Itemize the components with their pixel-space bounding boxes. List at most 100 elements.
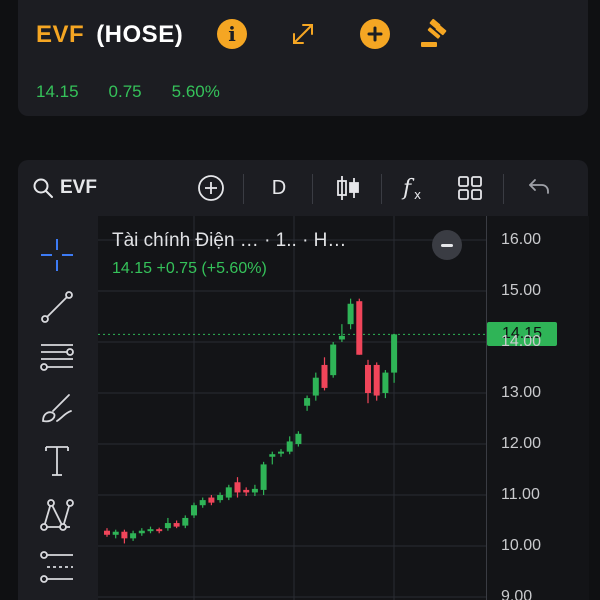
- candle-type-icon: [337, 176, 359, 200]
- last-price: 14.15: [36, 82, 79, 101]
- candle-body: [225, 487, 232, 498]
- indicators-button[interactable]: f x: [398, 172, 430, 204]
- price-plot[interactable]: Tài chính Điện … · 1.. · H… 14.15 +0.75 …: [98, 216, 486, 600]
- indicators-fx-icon: f x: [401, 176, 421, 202]
- candle-body: [147, 529, 154, 532]
- legend-collapse-button[interactable]: [432, 230, 462, 260]
- candle-body: [304, 398, 311, 406]
- candle: [278, 449, 284, 457]
- candle: [338, 324, 345, 342]
- candle: [234, 477, 241, 498]
- price-tick-label: 12.00: [501, 435, 542, 452]
- toolbar-divider: [381, 174, 382, 204]
- pattern-icon: [40, 499, 74, 531]
- toolbar-divider: [312, 174, 313, 204]
- minus-icon: [441, 243, 453, 247]
- candle-body: [278, 451, 284, 454]
- price-change: 0.75: [108, 82, 142, 101]
- candle: [182, 515, 189, 529]
- chart-area: Tài chính Điện … · 1.. · H… 14.15 +0.75 …: [18, 216, 589, 600]
- candle-body: [373, 364, 380, 396]
- toolbar-divider: [243, 174, 244, 204]
- chart-type-button[interactable]: [332, 172, 364, 204]
- info-button[interactable]: i: [216, 18, 248, 50]
- candle: [347, 298, 354, 330]
- price-tick-label: 14.00: [501, 333, 542, 350]
- candle: [121, 529, 128, 544]
- auction-hammer-icon: [421, 18, 447, 47]
- fib-tool[interactable]: [38, 338, 76, 376]
- candle: [321, 357, 328, 391]
- undo-button[interactable]: [522, 172, 554, 204]
- candle-body: [330, 344, 337, 376]
- trend-line-icon: [41, 291, 73, 323]
- undo-icon: [529, 179, 549, 194]
- symbol-ticker[interactable]: EVF: [36, 21, 84, 49]
- candle: [173, 520, 180, 529]
- candle: [191, 502, 197, 518]
- forecast-tool[interactable]: [38, 548, 76, 586]
- interval-button[interactable]: D: [264, 172, 294, 204]
- candle-body: [382, 372, 389, 393]
- candle-body: [199, 500, 206, 506]
- price-change-percent: 5.60%: [171, 82, 220, 101]
- forecast-icon: [40, 551, 73, 583]
- legend-title[interactable]: Tài chính Điện … · 1.. · H…: [112, 230, 346, 252]
- symbol-search-button[interactable]: EVF: [32, 174, 97, 202]
- candle-body: [121, 531, 128, 539]
- candle-body: [356, 301, 363, 355]
- candle-body: [295, 433, 302, 444]
- candle-body: [208, 497, 215, 503]
- text-tool[interactable]: [38, 442, 76, 480]
- candle: [112, 529, 119, 539]
- candle-body: [138, 530, 145, 534]
- candle-body: [191, 505, 197, 516]
- candle: [382, 370, 389, 399]
- candle: [356, 298, 363, 355]
- price-tick-label: 11.00: [501, 486, 540, 503]
- candle: [330, 342, 337, 378]
- svg-text:x: x: [414, 188, 421, 202]
- quote-header: EVF (HOSE) i 14.15 0.75 5.60%: [18, 0, 588, 116]
- layout-button[interactable]: [454, 172, 486, 204]
- add-comparison-button[interactable]: [194, 172, 228, 204]
- add-comparison-icon: [198, 175, 224, 201]
- brush-tool[interactable]: [38, 390, 76, 428]
- candle-body: [234, 482, 241, 493]
- candle-body: [321, 364, 328, 388]
- candle-body: [104, 530, 110, 535]
- symbol-row: EVF (HOSE): [36, 14, 183, 56]
- price-axis[interactable]: 14.15 16.00 15.00 14.00 13.00 12.00 11.00 10.0…: [486, 216, 589, 600]
- chart-toolbar: EVF D f x: [18, 160, 588, 216]
- candle: [199, 497, 206, 508]
- candle-body: [312, 377, 319, 396]
- candle: [269, 451, 276, 465]
- candle: [147, 526, 154, 534]
- fib-lines-icon: [40, 344, 74, 371]
- search-icon: [33, 178, 53, 198]
- candle-body: [217, 495, 224, 501]
- expand-button[interactable]: [287, 18, 319, 50]
- trend-line-tool[interactable]: [38, 288, 76, 326]
- candle: [260, 461, 267, 495]
- candle: [373, 362, 380, 401]
- candle-body: [391, 334, 398, 373]
- candle: [208, 495, 215, 506]
- price-tick-label: 16.00: [501, 231, 542, 248]
- candle-body: [269, 454, 276, 457]
- exchange-label: (HOSE): [96, 21, 184, 48]
- auction-button[interactable]: [418, 18, 450, 50]
- drawing-toolbar: [18, 216, 98, 600]
- crosshair-tool[interactable]: [38, 236, 76, 274]
- price-tick-label: 13.00: [501, 384, 542, 401]
- candle: [304, 395, 311, 411]
- app-screen: EVF (HOSE) i 14.15 0.75 5.60% EVF D f x …: [0, 0, 600, 600]
- candle-body: [112, 531, 119, 535]
- add-watchlist-button[interactable]: [359, 18, 391, 50]
- candle-body: [286, 441, 293, 452]
- candle: [130, 530, 137, 541]
- legend-price: 14.15 +0.75 (+5.60%): [112, 260, 267, 277]
- interval-label: D: [271, 176, 287, 199]
- pattern-tool[interactable]: [38, 496, 76, 534]
- layout-grid-icon: [458, 176, 482, 200]
